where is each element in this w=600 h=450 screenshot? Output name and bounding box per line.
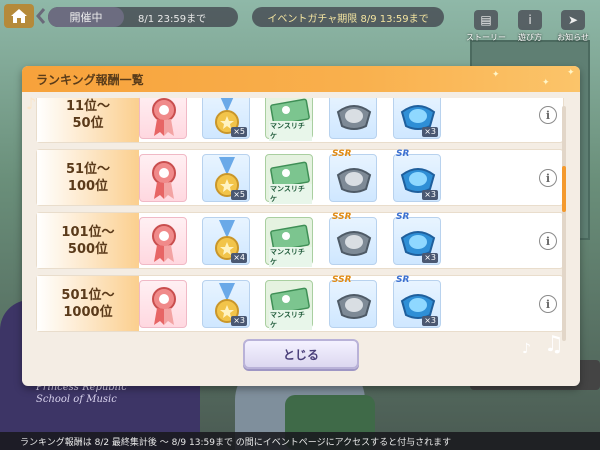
sr-item[interactable]: ×3 (393, 98, 441, 139)
scrollbar-thumb[interactable] (562, 166, 566, 212)
info-button[interactable]: i (539, 232, 557, 250)
medal-item[interactable]: ×5 (202, 98, 250, 139)
ticket-item[interactable]: マンスリチケ (265, 154, 313, 204)
ticket-item[interactable]: マンスリチケ (265, 98, 313, 141)
rank-range: 51位〜 100位 (37, 150, 139, 205)
ribbon-badge-item[interactable] (139, 98, 187, 139)
ticket-label: マンスリチケ (269, 121, 312, 141)
ticket-label: マンスリチケ (269, 184, 312, 204)
item-quantity: ×5 (231, 127, 247, 137)
ribbon-badge-item[interactable] (139, 154, 187, 202)
ssr-item[interactable] (329, 98, 377, 139)
story-button[interactable]: ▤ ストーリー (466, 10, 506, 44)
item-quantity: ×4 (231, 253, 247, 263)
sparkle-icon: ✦ (542, 78, 550, 88)
item-quantity: ×5 (231, 190, 247, 200)
close-button[interactable]: とじる (243, 339, 359, 369)
reward-row: 501位〜 1000位 ×3 マンスリチケ SSR SR ×3 i (36, 275, 564, 332)
home-icon (11, 9, 27, 23)
event-status: 開催中 8/1 23:59まで (48, 7, 238, 27)
music-note-icon: ♪ (522, 341, 531, 357)
ssr-crystal-icon (336, 294, 372, 319)
info-icon: i (518, 10, 542, 30)
gacha-period: イベントガチャ期限 8/9 13:59まで (252, 7, 444, 27)
footer-notice: ランキング報酬は 8/2 最終集計後 〜 8/9 13:59まで の間にイベント… (0, 432, 600, 450)
item-quantity: ×3 (422, 127, 438, 137)
ribbon-badge-item[interactable] (139, 217, 187, 265)
home-button[interactable] (4, 4, 34, 28)
event-status-tag: 開催中 (48, 7, 124, 27)
reward-row: 11位〜 50位 ×5 マンスリチケ ×3 i (36, 98, 564, 143)
how-to-play-button[interactable]: i 遊び方 (512, 10, 548, 44)
medal-item[interactable]: ×3 (202, 280, 250, 328)
ssr-item[interactable]: SSR (329, 149, 377, 202)
sr-item[interactable]: SR ×3 (393, 212, 441, 265)
notice-label: お知らせ (557, 33, 589, 42)
how-to-play-label: 遊び方 (518, 33, 542, 42)
rank-range: 101位〜 500位 (37, 213, 139, 268)
story-label: ストーリー (466, 33, 506, 42)
item-quantity: ×3 (422, 316, 438, 326)
paper-plane-icon: ➤ (561, 10, 585, 30)
ssr-item[interactable]: SSR (329, 212, 377, 265)
sr-item[interactable]: SR ×3 (393, 275, 441, 328)
sr-item[interactable]: SR ×3 (393, 149, 441, 202)
medal-item[interactable]: ×5 (202, 154, 250, 202)
info-button[interactable]: i (539, 295, 557, 313)
modal-title: ランキング報酬一覧 (36, 72, 144, 87)
chevron-left-icon[interactable] (36, 8, 46, 24)
item-quantity: ×3 (231, 316, 247, 326)
rank-range: 501位〜 1000位 (37, 276, 139, 331)
ranking-rewards-modal: ランキング報酬一覧 ✦ ✦ ✦ 11位〜 50位 ×5 マンスリチケ ×3 i … (22, 66, 580, 386)
story-icon: ▤ (474, 10, 498, 30)
ribbon-icon (152, 287, 176, 325)
ribbon-icon (152, 98, 176, 136)
ticket-item[interactable]: マンスリチケ (265, 217, 313, 267)
ribbon-icon (152, 161, 176, 199)
ribbon-icon (152, 224, 176, 262)
music-note-icon: ♪ (26, 94, 37, 113)
event-status-date: 8/1 23:59まで (138, 13, 207, 25)
sparkle-icon: ✦ (492, 70, 500, 80)
sparkle-icon: ✦ (567, 68, 575, 78)
ssr-item[interactable]: SSR (329, 275, 377, 328)
reward-row: 51位〜 100位 ×5 マンスリチケ SSR SR ×3 i (36, 149, 564, 206)
ssr-crystal-icon (336, 105, 372, 130)
info-button[interactable]: i (539, 169, 557, 187)
item-quantity: ×3 (422, 190, 438, 200)
music-note-icon: ♫ (544, 332, 564, 357)
ssr-crystal-icon (336, 168, 372, 193)
rank-range: 11位〜 50位 (37, 98, 139, 142)
scrollbar-track[interactable] (562, 106, 566, 341)
notice-button[interactable]: ➤ お知らせ (555, 10, 591, 44)
ticket-label: マンスリチケ (269, 310, 312, 330)
ticket-item[interactable]: マンスリチケ (265, 280, 313, 330)
modal-header: ランキング報酬一覧 ✦ ✦ ✦ (22, 66, 580, 92)
reward-row: 101位〜 500位 ×4 マンスリチケ SSR SR ×3 i (36, 212, 564, 269)
item-quantity: ×3 (422, 253, 438, 263)
ssr-crystal-icon (336, 231, 372, 256)
info-button[interactable]: i (539, 106, 557, 124)
ribbon-badge-item[interactable] (139, 280, 187, 328)
medal-item[interactable]: ×4 (202, 217, 250, 265)
ticket-label: マンスリチケ (269, 247, 312, 267)
reward-list[interactable]: 11位〜 50位 ×5 マンスリチケ ×3 i 51位〜 100位 ×5 マンス… (36, 98, 574, 343)
